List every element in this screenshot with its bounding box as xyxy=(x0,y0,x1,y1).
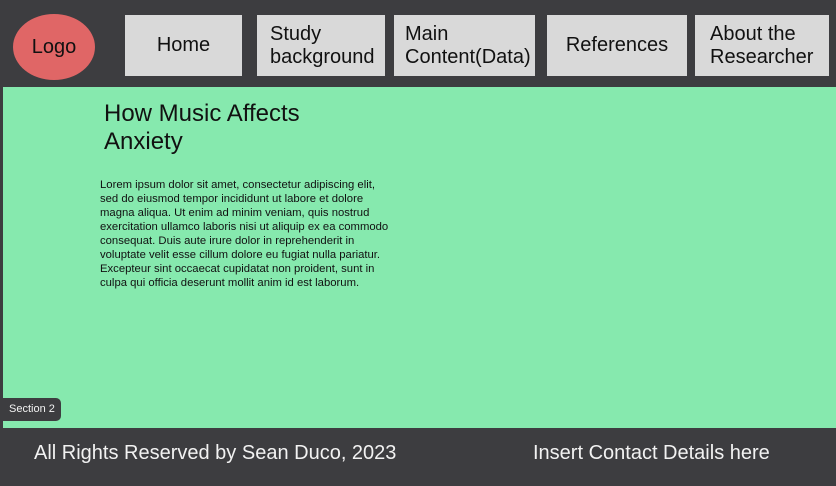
nav-study-background-button[interactable]: Study background xyxy=(257,15,385,76)
nav-main-content-button[interactable]: Main Content(Data) xyxy=(394,15,535,76)
page-title: How Music Affects Anxiety xyxy=(104,100,300,155)
top-navigation-bar: Logo Home Study background Main Content(… xyxy=(0,0,836,87)
nav-main-content-label: Main Content(Data) xyxy=(405,22,531,68)
body-paragraph: Lorem ipsum dolor sit amet, consectetur … xyxy=(100,179,389,289)
nav-about-researcher-label: About the Researcher xyxy=(710,22,814,68)
logo-label: Logo xyxy=(31,35,77,58)
nav-home-button[interactable]: Home xyxy=(125,15,242,76)
main-content-section: How Music Affects Anxiety Lorem ipsum do… xyxy=(3,87,836,428)
footer-contact: Insert Contact Details here xyxy=(533,442,770,464)
nav-about-researcher-button[interactable]: About the Researcher xyxy=(695,15,829,76)
page: Logo Home Study background Main Content(… xyxy=(0,0,836,486)
logo[interactable]: Logo xyxy=(13,14,95,80)
nav-study-background-label: Study background xyxy=(270,22,375,68)
section-tag: Section 2 xyxy=(3,398,61,421)
nav-home-label: Home xyxy=(156,34,211,56)
nav-references-label: References xyxy=(565,34,669,56)
footer-copyright: All Rights Reserved by Sean Duco, 2023 xyxy=(34,442,397,464)
footer: All Rights Reserved by Sean Duco, 2023 I… xyxy=(0,428,836,486)
nav-references-button[interactable]: References xyxy=(547,15,687,76)
